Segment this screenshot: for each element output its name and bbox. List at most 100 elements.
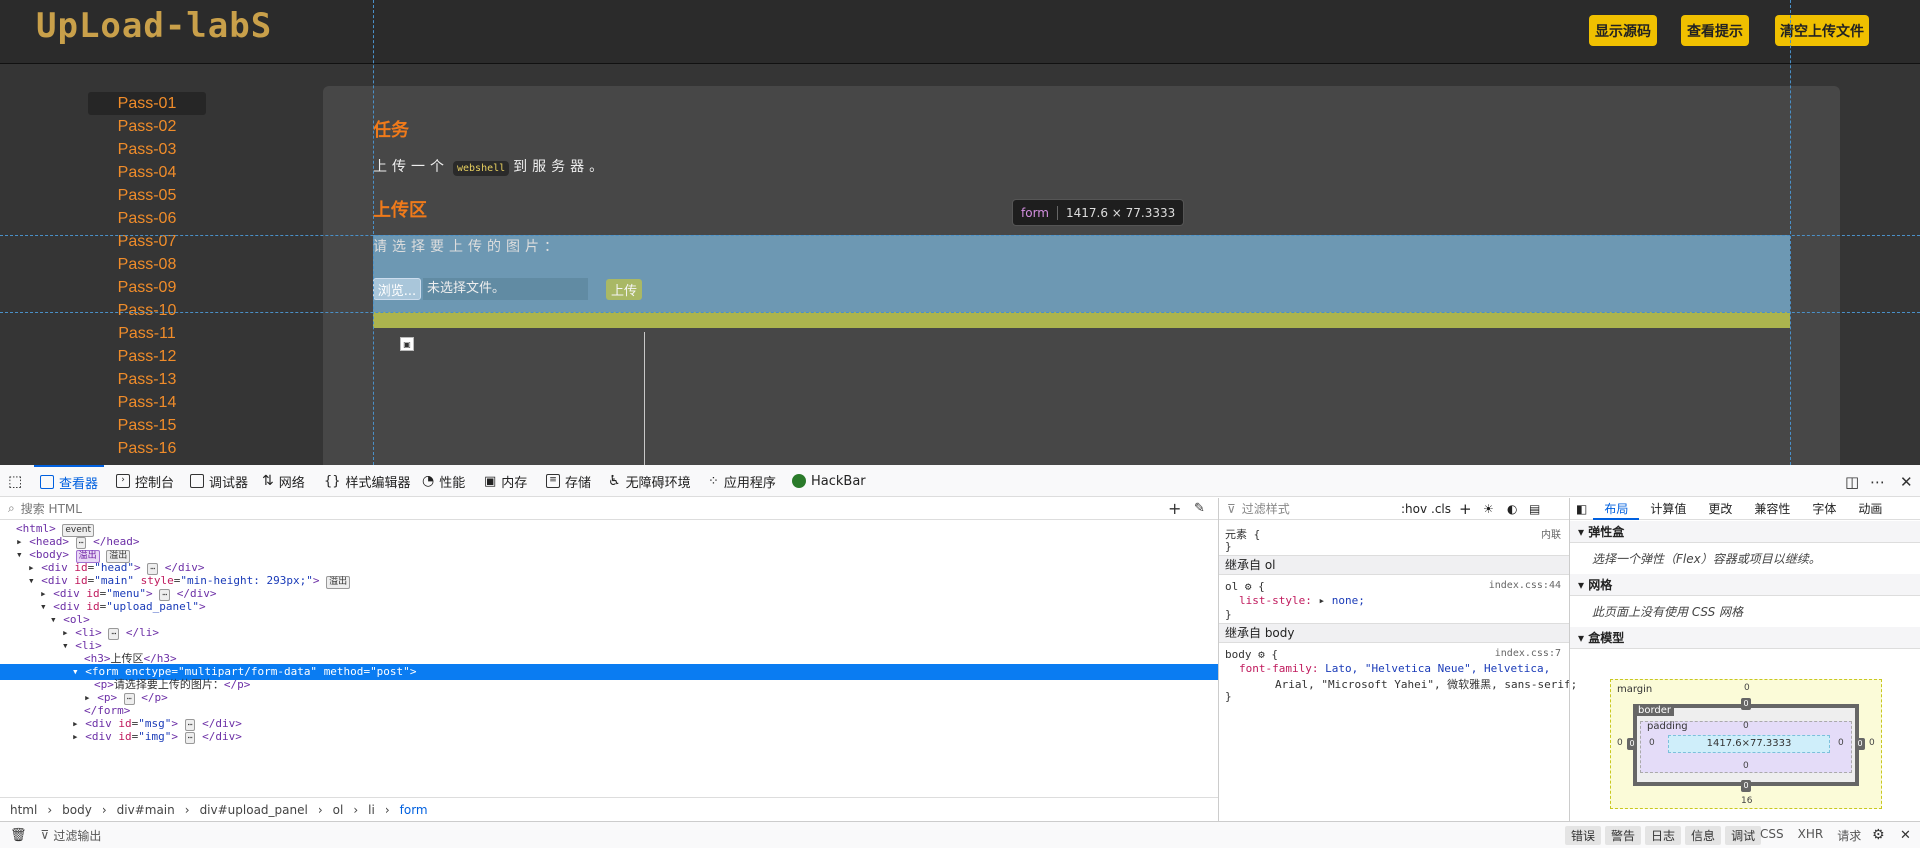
hov-toggle[interactable]: :hov [1401,502,1427,516]
tab-layout[interactable]: 布局 [1593,498,1640,520]
filter-output-input[interactable]: 过滤输出 [53,827,101,844]
menu-item-pass-11[interactable]: Pass-11 [88,322,206,345]
element-rule-close: } [1225,540,1232,553]
menu-item-pass-13[interactable]: Pass-13 [88,368,206,391]
margin-left-value[interactable]: 0 [1617,738,1623,748]
tree-row[interactable]: ▸ <div id="img"> ⋯ </div> [0,729,1218,745]
console-settings-icon[interactable]: ⚙ [1872,827,1885,843]
filter-css[interactable]: CSS [1760,827,1784,844]
filter-logs[interactable]: 日志 [1645,825,1682,845]
padding-bottom-value[interactable]: 0 [1743,761,1749,771]
padding-left-value[interactable]: 0 [1649,738,1655,748]
tab-storage[interactable]: ≡ 存储 [546,465,591,497]
form-margin-overlay [373,312,1790,328]
dark-mode-icon[interactable]: ◐ [1507,502,1517,516]
tab-application[interactable]: ⁘ 应用程序 [708,465,776,497]
breadcrumb-ol[interactable]: ol [333,803,344,817]
tab-fonts[interactable]: 字体 [1801,498,1847,520]
tab-inspector-label: 查看器 [59,476,99,492]
pick-element-button[interactable]: ⬚ [8,465,22,497]
print-media-icon[interactable]: ▤ [1529,502,1540,516]
html-search-bar[interactable]: ⌕ 搜索 HTML + ✎ [0,498,1218,520]
border-bottom-value[interactable]: 0 [1741,780,1751,792]
flexbox-heading[interactable]: ▾ 弹性盒 [1570,521,1920,543]
menu-item-pass-04[interactable]: Pass-04 [88,161,206,184]
margin-top-value[interactable]: 0 [1744,683,1750,693]
filter-requests[interactable]: 请求 [1837,827,1861,844]
menu-item-pass-15[interactable]: Pass-15 [88,414,206,437]
breadcrumb-li[interactable]: li [368,803,375,817]
menu-item-pass-12[interactable]: Pass-12 [88,345,206,368]
sidebar-toggle-icon[interactable]: ◧ [1570,502,1593,516]
body-declaration[interactable]: font-family: Lato, "Helvetica Neue", Hel… [1239,662,1550,675]
menu-item-pass-01[interactable]: Pass-01 [88,92,206,115]
add-node-icon[interactable]: + [1168,499,1181,518]
body-selector: body ⚙ { [1225,648,1278,661]
tab-debugger[interactable]: 调试器 [190,465,248,497]
border-top-value[interactable]: 0 [1741,698,1751,710]
tab-animations[interactable]: 动画 [1847,498,1893,520]
filter-info[interactable]: 信息 [1685,825,1722,845]
show-source-button[interactable]: 显示源码 [1589,15,1657,46]
tab-compatibility[interactable]: 兼容性 [1743,498,1801,520]
dock-icon[interactable]: ◫ [1845,473,1859,491]
menu-item-pass-02[interactable]: Pass-02 [88,115,206,138]
tab-changes[interactable]: 更改 [1697,498,1743,520]
trash-icon[interactable]: 🗑 [10,828,27,843]
filter-warnings[interactable]: 警告 [1605,825,1642,845]
tab-performance[interactable]: ◔ 性能 [422,465,465,497]
close-console-icon[interactable]: ✕ [1900,828,1911,843]
menu-item-pass-08[interactable]: Pass-08 [88,253,206,276]
border-right-value[interactable]: 0 [1855,738,1865,750]
body-source-link[interactable]: index.css:7 [1495,648,1561,659]
file-name-display[interactable]: 未选择文件。 [423,278,588,300]
tab-hackbar[interactable]: HackBar [792,465,866,497]
tab-computed[interactable]: 计算值 [1639,498,1697,520]
filter-errors[interactable]: 错误 [1565,825,1602,845]
browse-button[interactable]: 浏览... [373,278,421,300]
menu-item-pass-05[interactable]: Pass-05 [88,184,206,207]
menu-item-pass-16[interactable]: Pass-16 [88,437,206,460]
cls-toggle[interactable]: .cls [1431,502,1451,516]
padding-top-value[interactable]: 0 [1743,721,1749,731]
menu-item-pass-07[interactable]: Pass-07 [88,230,206,253]
light-mode-icon[interactable]: ☀ [1483,502,1494,516]
border-left-value[interactable]: 0 [1627,738,1637,750]
rules-filter-bar[interactable]: ⊽ 过滤样式 :hov .cls + ☀ ◐ ▤ [1219,498,1570,520]
breadcrumb-body[interactable]: body [62,803,92,817]
more-options-icon[interactable]: ⋯ [1870,473,1885,491]
tab-style-editor[interactable]: {} 样式编辑器 [324,465,411,497]
eyedropper-icon[interactable]: ✎ [1194,501,1205,516]
tab-network[interactable]: ⇅ 网络 [262,465,305,497]
ol-declaration[interactable]: list-style: ▸ none; [1239,594,1365,607]
content-size[interactable]: 1417.6×77.3333 [1668,735,1830,753]
ol-source-link[interactable]: index.css:44 [1489,580,1561,591]
menu-item-pass-10[interactable]: Pass-10 [88,299,206,322]
menu-item-pass-09[interactable]: Pass-09 [88,276,206,299]
grid-heading[interactable]: ▾ 网格 [1570,574,1920,596]
view-hint-button[interactable]: 查看提示 [1681,15,1749,46]
box-model-heading[interactable]: ▾ 盒模型 [1570,627,1920,649]
breadcrumb-div-upload-panel[interactable]: div#upload_panel [200,803,308,817]
breadcrumb-form[interactable]: form [400,803,428,817]
filter-debug[interactable]: 调试 [1725,825,1762,845]
rules-filter-input[interactable]: 过滤样式 [1242,500,1290,517]
breadcrumb-div-main[interactable]: div#main [117,803,175,817]
filter-xhr[interactable]: XHR [1798,827,1824,844]
margin-bottom-value[interactable]: 16 [1741,796,1752,806]
add-rule-icon[interactable]: + [1459,500,1472,518]
tab-inspector[interactable]: 查看器 [34,465,105,497]
menu-item-pass-14[interactable]: Pass-14 [88,391,206,414]
html-search-input[interactable]: 搜索 HTML [21,500,82,517]
menu-item-pass-06[interactable]: Pass-06 [88,207,206,230]
tab-accessibility[interactable]: ♿ 无障碍环境 [608,465,691,497]
breadcrumb-html[interactable]: html [10,803,37,817]
tab-memory[interactable]: ▣ 内存 [484,465,527,497]
upload-submit-button[interactable]: 上传 [606,279,642,300]
close-devtools-icon[interactable]: ✕ [1900,473,1913,491]
padding-right-value[interactable]: 0 [1838,738,1844,748]
margin-right-value[interactable]: 0 [1869,738,1875,748]
tab-console[interactable]: › 控制台 [116,465,174,497]
task-heading: 任务 [373,120,409,141]
menu-item-pass-03[interactable]: Pass-03 [88,138,206,161]
